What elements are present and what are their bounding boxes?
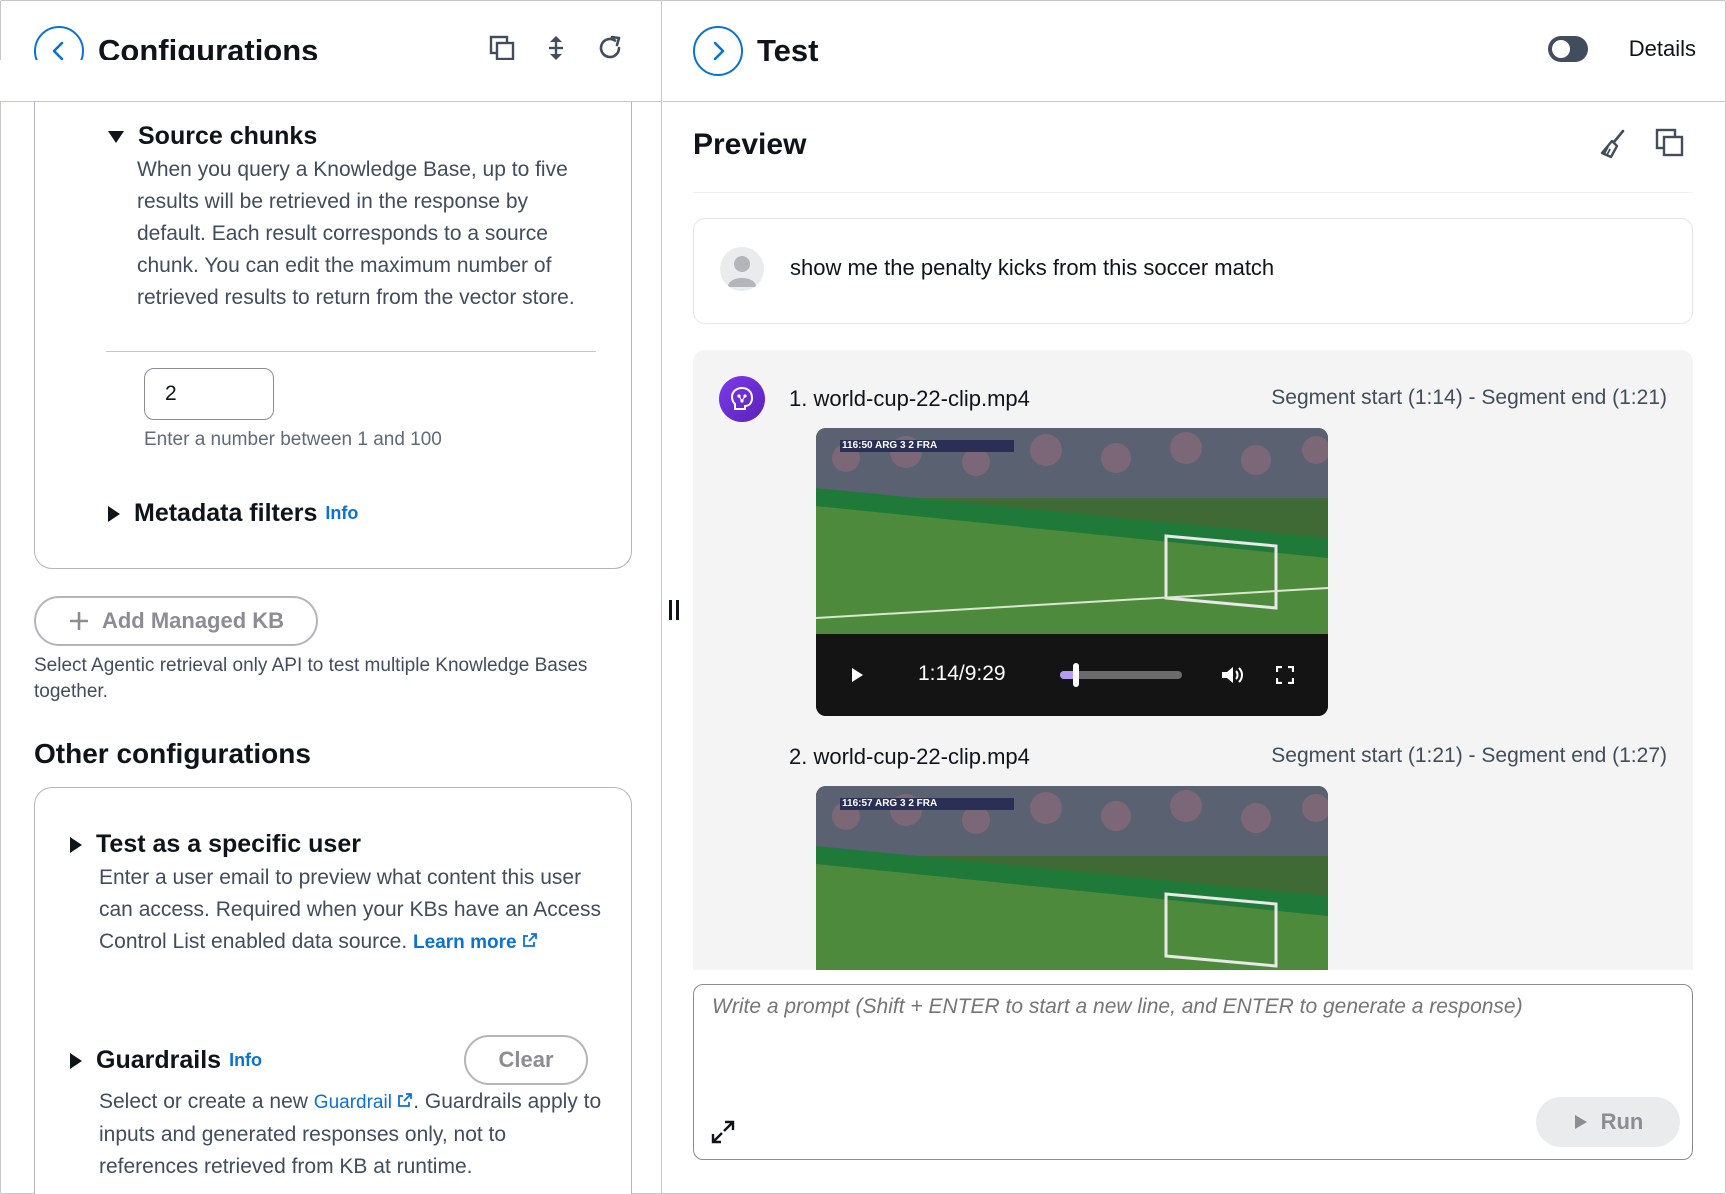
result-segment: Segment start (1:21) - Segment end (1:27… <box>1271 744 1667 767</box>
external-link-icon <box>522 933 537 947</box>
soccer-video-frame <box>816 786 1328 970</box>
clear-button[interactable]: Clear <box>464 1035 588 1085</box>
caret-right-icon <box>70 836 82 853</box>
prompt-area: Run <box>693 984 1693 1160</box>
scoreboard: 116:57 ARG 3 2 FRA <box>842 798 938 809</box>
result-filename: 2. world-cup-22-clip.mp4 <box>789 744 1030 769</box>
refresh-icon[interactable] <box>596 34 624 62</box>
chevron-right-icon <box>713 41 725 60</box>
add-kb-hint: Select Agentic retrieval only API to tes… <box>34 655 588 702</box>
caret-right-icon <box>70 1052 82 1069</box>
caret-down-icon <box>108 130 124 143</box>
test-user-description: Enter a user email to preview what conte… <box>99 866 601 953</box>
expand-collapse-icon[interactable] <box>542 34 570 62</box>
configurations-panel: Configurations Source chunks When you qu… <box>0 0 662 1194</box>
guardrails-info-link[interactable]: Info <box>229 1050 262 1071</box>
source-chunks-toggle[interactable]: Source chunks <box>108 122 317 151</box>
learn-more-link[interactable]: Learn more <box>413 932 538 953</box>
play-icon[interactable] <box>848 666 866 684</box>
copy-icon[interactable] <box>1655 128 1685 163</box>
video-player[interactable]: 116:57 ARG 3 2 FRA <box>816 786 1328 970</box>
expand-icon[interactable] <box>710 1119 736 1145</box>
run-button[interactable]: Run <box>1536 1097 1680 1147</box>
user-avatar-icon <box>720 247 764 291</box>
test-header: Test Details <box>663 0 1726 102</box>
plus-icon <box>69 612 88 630</box>
guardrail-link[interactable]: Guardrail <box>314 1092 413 1113</box>
divider <box>106 351 596 352</box>
test-panel: Test Details Preview show me the penalty… <box>663 0 1726 1194</box>
user-message-text: show me the penalty kicks from this socc… <box>790 255 1275 280</box>
preview-header: Preview <box>693 116 1693 192</box>
fullscreen-icon[interactable] <box>1276 666 1294 684</box>
caret-right-icon <box>108 505 120 522</box>
chevron-left-icon <box>52 41 64 60</box>
video-player[interactable]: 116:50 ARG 3 2 FRA 1:14/9:29 <box>816 428 1328 716</box>
metadata-filters-toggle[interactable]: Metadata filters Info <box>108 499 358 528</box>
clear-chat-icon[interactable] <box>1599 128 1629 165</box>
video-controls: 1:14/9:29 <box>816 634 1328 716</box>
prompt-input[interactable] <box>712 995 1672 1019</box>
other-configurations-heading: Other configurations <box>34 738 311 769</box>
expand-panel-button[interactable] <box>693 25 743 76</box>
details-toggle[interactable] <box>1548 36 1588 62</box>
max-results-hint: Enter a number between 1 and 100 <box>144 429 442 450</box>
source-chunks-description: When you query a Knowledge Base, up to f… <box>137 158 575 309</box>
result-segment: Segment start (1:14) - Segment end (1:21… <box>1271 386 1667 409</box>
result-filename: 1. world-cup-22-clip.mp4 <box>789 386 1030 411</box>
video-seek-bar[interactable] <box>1060 663 1182 687</box>
details-toggle-label: Details <box>1628 36 1696 61</box>
guardrails-toggle[interactable]: Guardrails Info <box>70 1046 262 1075</box>
user-message: show me the penalty kicks from this socc… <box>693 218 1693 324</box>
panel-title: Test <box>757 32 819 68</box>
test-user-toggle[interactable]: Test as a specific user <box>70 830 361 859</box>
ai-brain-icon <box>719 376 765 422</box>
video-time: 1:14/9:29 <box>918 662 1006 685</box>
external-link-icon <box>398 1093 413 1107</box>
soccer-video-frame <box>816 428 1328 634</box>
metadata-filters-info-link[interactable]: Info <box>325 503 358 524</box>
add-managed-kb-button[interactable]: Add Managed KB <box>34 596 318 646</box>
preview-title: Preview <box>693 128 807 161</box>
copy-icon[interactable] <box>488 34 516 62</box>
play-icon <box>1574 1115 1587 1129</box>
scoreboard: 116:50 ARG 3 2 FRA <box>842 440 938 451</box>
max-results-input[interactable] <box>144 368 274 420</box>
ai-response: 1. world-cup-22-clip.mp4 Segment start (… <box>693 350 1693 970</box>
volume-icon[interactable] <box>1220 664 1244 686</box>
guardrails-description: Select or create a new Guardrail . Guard… <box>99 1090 602 1178</box>
seek-handle[interactable] <box>1072 663 1079 687</box>
